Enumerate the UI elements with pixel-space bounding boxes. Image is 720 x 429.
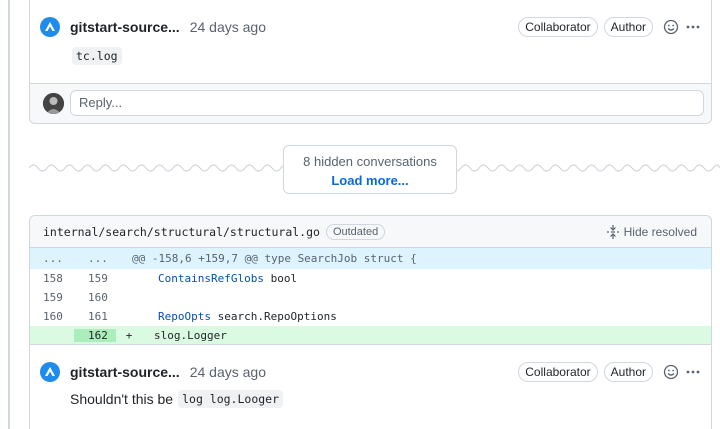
hidden-count-text: 8 hidden conversations bbox=[303, 154, 437, 169]
new-line-number[interactable]: 160 bbox=[74, 291, 116, 304]
old-line-number[interactable]: ... bbox=[30, 252, 74, 265]
hide-resolved-button[interactable]: Hide resolved bbox=[606, 225, 697, 239]
comment-timestamp[interactable]: 24 days ago bbox=[190, 364, 266, 380]
review-comment-card: gitstart-source... 24 days ago Collabora… bbox=[29, 0, 712, 124]
diff-sign: + bbox=[125, 329, 133, 342]
fold-icon bbox=[606, 225, 619, 239]
outdated-badge: Outdated bbox=[325, 223, 386, 240]
diff-hunk-header: ... ... @@ -158,6 +159,7 @@ type SearchJ… bbox=[30, 248, 711, 269]
diff-row-added: 162 + slog.Logger bbox=[30, 326, 711, 345]
reply-row: Reply... bbox=[30, 83, 711, 123]
old-line-number[interactable]: 160 bbox=[30, 310, 74, 323]
reply-input[interactable]: Reply... bbox=[70, 90, 704, 116]
new-line-number[interactable]: 162 bbox=[74, 329, 116, 342]
hide-resolved-label: Hide resolved bbox=[623, 225, 697, 239]
comment-timestamp[interactable]: 24 days ago bbox=[190, 19, 266, 35]
timeline-line bbox=[8, 0, 10, 429]
code-line: slog.Logger bbox=[154, 329, 227, 342]
comment-body: tc.log bbox=[72, 47, 122, 65]
diff-row: 160 161 RepoOpts search.RepoOptions bbox=[30, 307, 711, 326]
diff-row: 159 160 bbox=[30, 288, 711, 307]
author-badge: Author bbox=[603, 362, 653, 382]
code-line: ContainsRefGlobs bool bbox=[158, 272, 298, 285]
smiley-icon[interactable] bbox=[663, 364, 679, 380]
new-line-number[interactable]: 159 bbox=[74, 272, 116, 285]
kebab-menu-icon[interactable] bbox=[685, 364, 701, 380]
new-line-number[interactable]: 161 bbox=[74, 310, 116, 323]
gitstart-logo-icon[interactable] bbox=[40, 17, 60, 37]
hidden-conversations-box: 8 hidden conversations Load more... bbox=[283, 145, 457, 194]
inline-code: log log.Looger bbox=[178, 390, 284, 408]
author-badge: Author bbox=[603, 17, 653, 37]
old-line-number[interactable]: 159 bbox=[30, 291, 74, 304]
diff-table: ... ... @@ -158,6 +159,7 @@ type SearchJ… bbox=[30, 248, 711, 345]
collaborator-badge: Collaborator bbox=[518, 17, 598, 37]
gitstart-logo-icon[interactable] bbox=[40, 362, 60, 382]
divider bbox=[30, 344, 711, 345]
diff-row: 158 159 ContainsRefGlobs bool bbox=[30, 269, 711, 288]
file-header: internal/search/structural/structural.go… bbox=[30, 216, 711, 248]
new-line-number[interactable]: ... bbox=[74, 252, 116, 265]
file-review-card: internal/search/structural/structural.go… bbox=[29, 215, 712, 429]
comment-author[interactable]: gitstart-source... bbox=[70, 19, 180, 35]
comment-text: Shouldn't this be bbox=[70, 391, 174, 407]
file-path[interactable]: internal/search/structural/structural.go bbox=[43, 225, 320, 239]
load-more-button[interactable]: Load more... bbox=[284, 173, 456, 188]
comment-body: Shouldn't this be log log.Looger bbox=[70, 390, 284, 408]
code-line: RepoOpts search.RepoOptions bbox=[158, 310, 337, 323]
comment-author[interactable]: gitstart-source... bbox=[70, 364, 180, 380]
hunk-text: @@ -158,6 +159,7 @@ type SearchJob struc… bbox=[132, 252, 417, 265]
old-line-number[interactable]: 158 bbox=[30, 272, 74, 285]
inline-code: tc.log bbox=[72, 47, 122, 65]
smiley-icon[interactable] bbox=[663, 19, 679, 35]
collaborator-badge: Collaborator bbox=[518, 362, 598, 382]
comment-header: gitstart-source... 24 days ago Collabora… bbox=[40, 362, 701, 382]
kebab-menu-icon[interactable] bbox=[685, 19, 701, 35]
avatar[interactable] bbox=[43, 93, 64, 114]
comment-header: gitstart-source... 24 days ago Collabora… bbox=[40, 17, 701, 37]
